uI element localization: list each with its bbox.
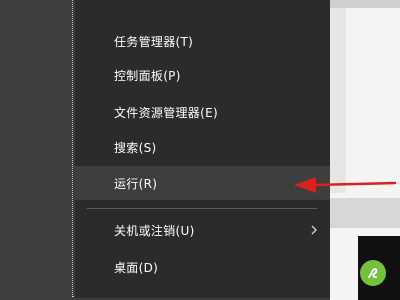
winx-context-menu: 任务管理器(T) 控制面板(P) 文件资源管理器(E) 搜索(S) 运行(R) … [75,0,330,298]
menu-item-file-explorer[interactable]: 文件资源管理器(E) [75,95,330,129]
app-glyph-icon [368,267,378,278]
window-tile [330,198,400,228]
menu-item-task-manager[interactable]: 任务管理器(T) [75,24,330,58]
arrow-left-icon [294,177,397,193]
menu-item-label: 关机或注销(U) [114,223,195,238]
menu-separator [87,208,317,209]
menu-item-label: 文件资源管理器(E) [114,105,218,120]
menu-item-label: 控制面板(P) [114,68,181,83]
background-left [0,0,72,300]
menu-item-label: 任务管理器(T) [114,34,194,49]
green-app-icon[interactable] [360,260,386,286]
background-window [330,0,400,300]
window-side-band [330,8,346,193]
menu-item-search[interactable]: 搜索(S) [75,130,330,164]
menu-item-shutdown-signout[interactable]: 关机或注销(U) [75,213,330,247]
menu-item-label: 运行(R) [114,176,158,191]
window-top-band [330,0,400,8]
chevron-right-icon [311,225,317,235]
menu-item-label: 桌面(D) [114,260,159,275]
menu-item-label: 搜索(S) [114,140,157,155]
menu-item-desktop[interactable]: 桌面(D) [75,250,330,284]
menu-item-control-panel[interactable]: 控制面板(P) [75,58,330,92]
